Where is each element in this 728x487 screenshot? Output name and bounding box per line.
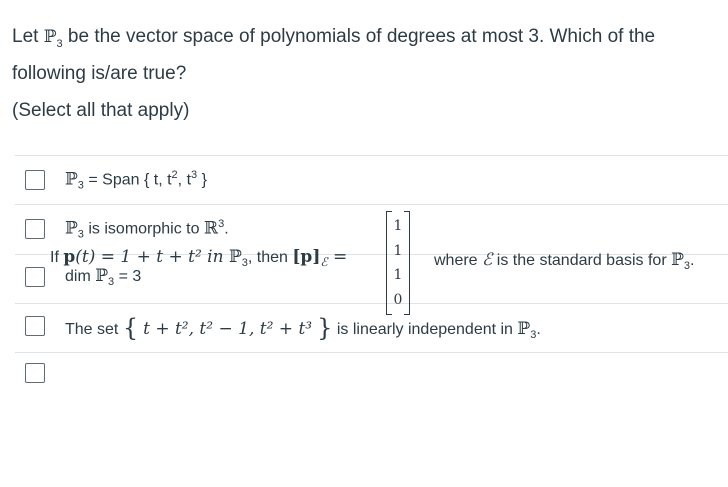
option-text-part: . (536, 321, 541, 338)
equals-sign: = (327, 247, 348, 267)
option-5-where-text: where ℰ is the standard basis for ℙ3. (434, 250, 694, 272)
space-symbol: ℙ (43, 27, 57, 47)
matrix-entry: 0 (393, 291, 403, 308)
option-text-part: is the standard basis for (492, 252, 672, 269)
polynomial-p: p (63, 247, 76, 267)
space-symbol: ℙ (65, 169, 78, 190)
space-symbol: ℙ (65, 218, 78, 239)
answer-options: ℙ3 = Span { t, t2, t3 } ℙ3 is isomorphic… (15, 155, 728, 487)
option-4-checkbox[interactable] (25, 316, 45, 336)
instruction-text: (Select all that apply) (12, 100, 190, 121)
coordinate-vector: [p] (292, 247, 321, 267)
option-text-part: , then (247, 249, 293, 266)
matrix-entry: 1 (393, 242, 403, 259)
option-text-part: = Span { t, t (83, 171, 172, 189)
right-brace: } (317, 314, 333, 342)
option-3-label: dim ℙ3 = 3 (65, 266, 141, 288)
option-text-part: , t (177, 171, 192, 189)
option-text-part: = 3 (114, 268, 142, 285)
matrix-entry: 1 (393, 267, 403, 283)
option-3-checkbox[interactable] (25, 267, 45, 287)
left-brace: { (122, 314, 139, 342)
matrix-entries: 1 1 1 0 (386, 214, 410, 312)
basis-subscript: ℰ (320, 255, 328, 270)
question-text-part: be the vector space of polynomials of de… (12, 26, 656, 84)
space-symbol: ℙ (671, 250, 684, 270)
real-symbol: ℝ (203, 218, 219, 239)
option-text-part: If (50, 249, 64, 266)
option-text-part: is isomorphic to (83, 220, 204, 238)
option-text-part: dim (65, 268, 96, 285)
space-symbol: ℙ (517, 319, 531, 339)
option-4[interactable]: The set {t + t², t² − 1, t² + t³} is lin… (15, 304, 728, 353)
matrix-entry: 1 (393, 218, 403, 234)
option-2-label: ℙ3 is isomorphic to ℝ3. (65, 218, 229, 241)
coordinate-matrix: 1 1 1 0 (386, 211, 410, 315)
question-text-part: Let (12, 26, 44, 47)
option-text-part: . (690, 252, 695, 269)
option-1-checkbox[interactable] (25, 170, 45, 190)
option-5-checkbox[interactable] (25, 363, 45, 383)
basis-symbol: ℰ (482, 250, 493, 270)
quiz-question: Let ℙ3 be the vector space of polynomial… (0, 0, 728, 487)
option-text-part: is linearly independent in (332, 321, 518, 338)
set-expression: t + t², t² − 1, t² + t³ (143, 319, 313, 339)
option-text-part: } (197, 171, 207, 189)
option-2-checkbox[interactable] (25, 219, 45, 239)
option-5[interactable] (15, 353, 728, 487)
option-text-part: . (224, 220, 229, 238)
option-4-label: The set {t + t², t² − 1, t² + t³} is lin… (65, 314, 541, 342)
question-text: Let ℙ3 be the vector space of polynomial… (12, 22, 712, 89)
option-text-part: where (434, 252, 483, 269)
option-5-label: If p(t) = 1 + t + t² in ℙ3, then [p]ℰ = (50, 247, 347, 269)
option-text-part: The set (65, 321, 123, 338)
option-1[interactable]: ℙ3 = Span { t, t2, t3 } (15, 156, 728, 205)
space-symbol: ℙ (228, 247, 242, 267)
polynomial-expression: (t) = 1 + t + t² in (75, 247, 229, 267)
option-1-label: ℙ3 = Span { t, t2, t3 } (65, 169, 207, 192)
